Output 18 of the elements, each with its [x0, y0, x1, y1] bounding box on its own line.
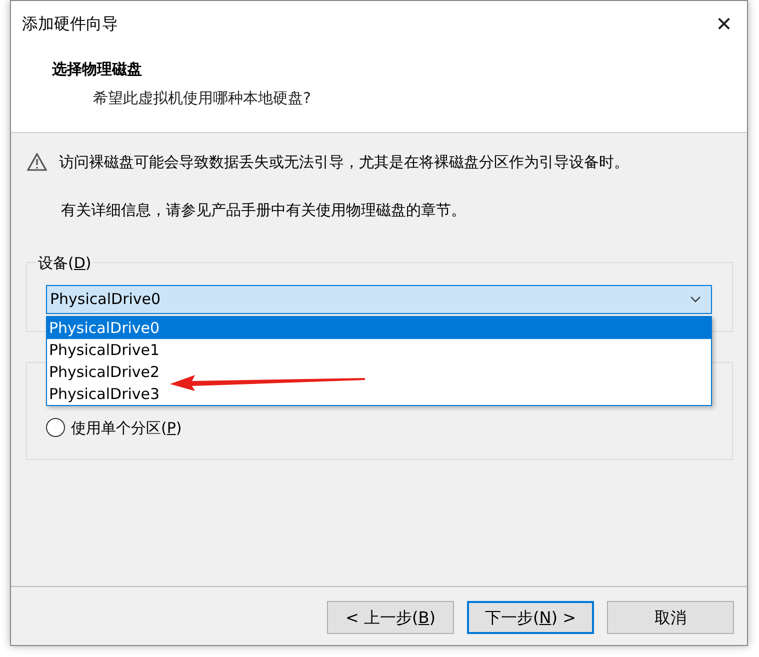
dropdown-option[interactable]: PhysicalDrive0	[47, 316, 711, 338]
info-text: 有关详细信息，请参见产品手册中有关使用物理磁盘的章节。	[61, 200, 467, 221]
wizard-button[interactable]: 下一步(N) >	[467, 601, 594, 634]
radio-button[interactable]	[46, 418, 65, 438]
close-button[interactable]: ✕	[701, 1, 747, 46]
radio-label: 使用单个分区(P)	[71, 418, 182, 438]
warning-text: 访问裸磁盘可能会导致数据丢失或无法引导，尤其是在将裸磁盘分区作为引导设备时。	[59, 152, 630, 173]
warning-icon	[27, 153, 47, 171]
dropdown-option[interactable]: PhysicalDrive3	[47, 382, 711, 404]
window-title: 添加硬件向导	[22, 12, 118, 34]
wizard-button[interactable]: < 上一步(B)	[327, 601, 454, 634]
page-subtitle: 希望此虚拟机使用哪种本地硬盘?	[93, 88, 312, 108]
chevron-down-icon	[690, 296, 701, 302]
page-title: 选择物理磁盘	[52, 59, 143, 80]
device-dropdown[interactable]: PhysicalDrive0	[46, 284, 712, 314]
dropdown-option[interactable]: PhysicalDrive1	[47, 338, 711, 360]
wizard-button[interactable]: 取消	[607, 601, 734, 634]
dropdown-option[interactable]: PhysicalDrive2	[47, 360, 711, 382]
